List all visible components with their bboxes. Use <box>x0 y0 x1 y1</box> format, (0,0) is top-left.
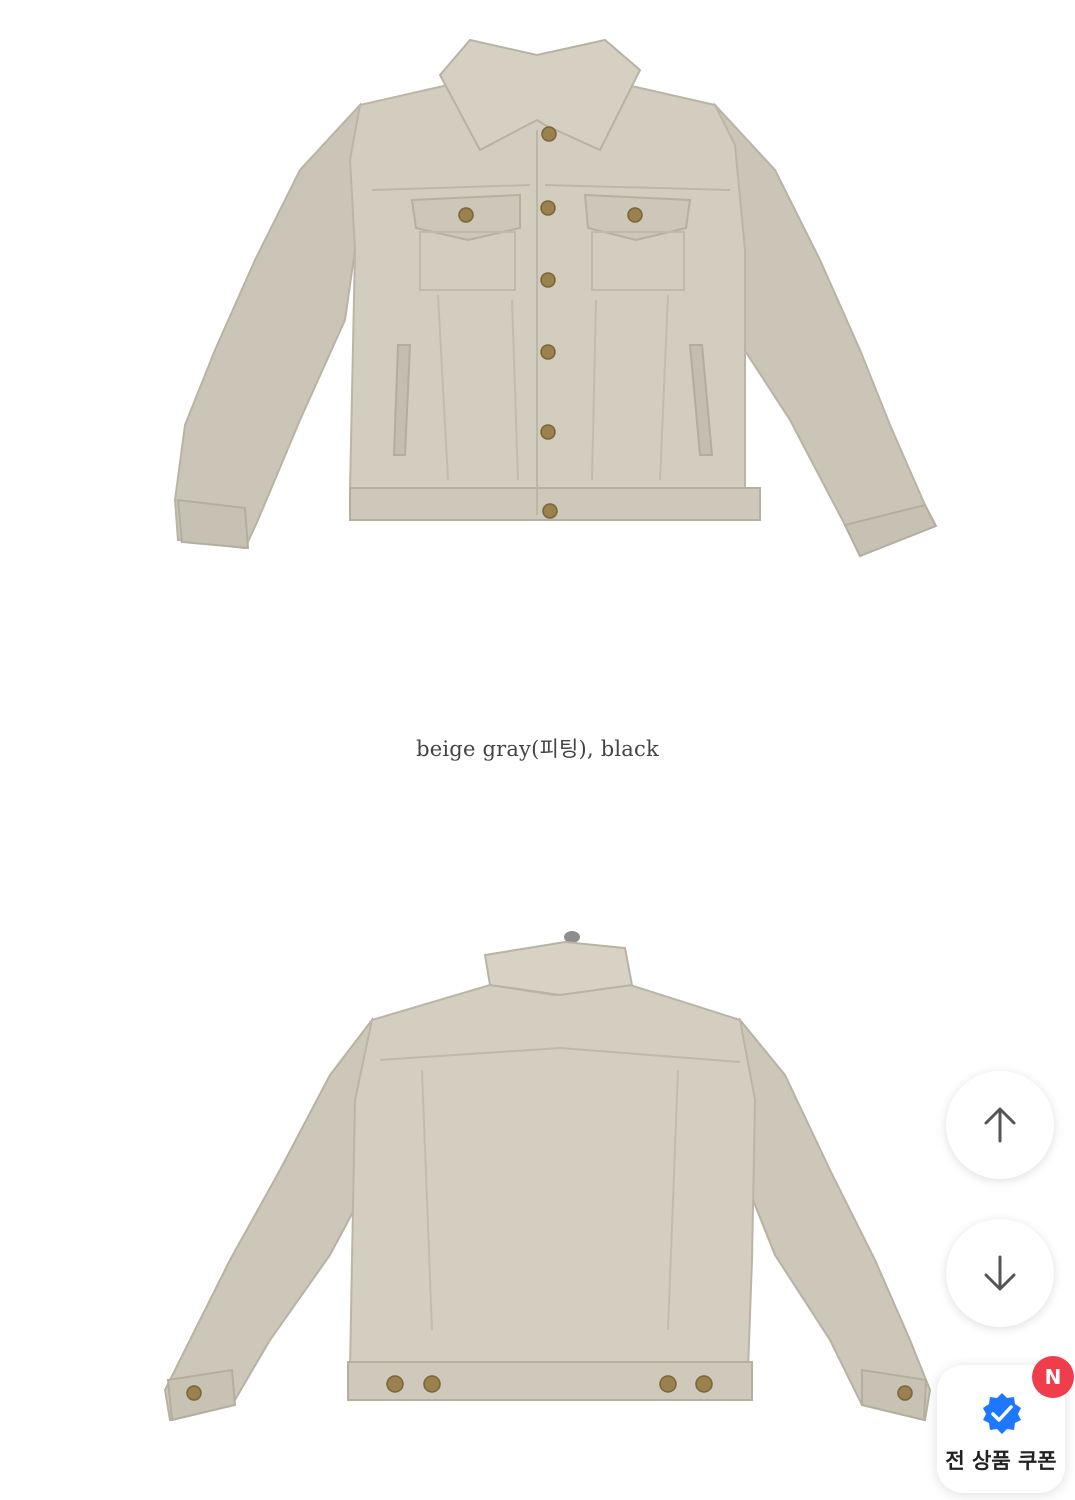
product-image-back <box>163 931 932 1422</box>
arrow-up-icon <box>984 1107 1016 1143</box>
jacket-back <box>163 931 932 1422</box>
scroll-to-bottom-button[interactable] <box>946 1219 1054 1327</box>
color-option-caption: beige gray(피팅), black <box>416 737 659 761</box>
coupon-label: 전 상품 쿠폰 <box>945 1449 1057 1473</box>
jacket-front <box>173 38 938 558</box>
arrow-down-icon <box>984 1255 1016 1291</box>
scroll-to-top-button[interactable] <box>946 1071 1054 1179</box>
verified-badge-icon <box>983 1393 1021 1434</box>
new-badge: N <box>1032 1356 1074 1398</box>
product-image-front <box>173 38 938 558</box>
